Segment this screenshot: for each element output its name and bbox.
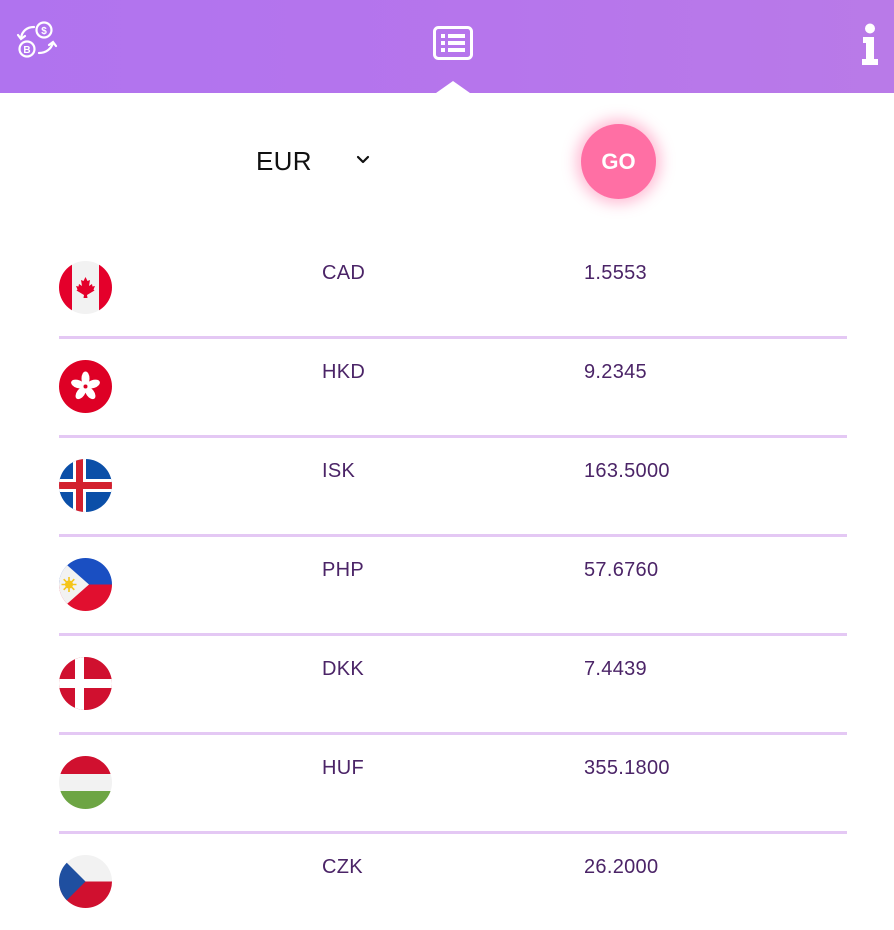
rate-row: CAD 1.5553 xyxy=(59,240,847,339)
currency-exchange-icon[interactable]: $ B xyxy=(14,18,60,64)
iceland-flag-icon xyxy=(59,459,112,512)
hungary-flag-icon xyxy=(59,756,112,809)
svg-text:$: $ xyxy=(41,26,47,37)
exchange-rate: 57.6760 xyxy=(584,559,659,581)
denmark-flag-icon xyxy=(59,657,112,710)
rate-row: DKK 7.4439 xyxy=(59,636,847,735)
rate-row: PHP 57.6760 xyxy=(59,537,847,636)
top-app-bar: $ B xyxy=(0,0,894,93)
svg-text:B: B xyxy=(23,45,30,56)
exchange-rate: 26.2000 xyxy=(584,856,659,878)
rate-row: CZK 26.2000 xyxy=(59,834,847,930)
hong-kong-flag-icon xyxy=(59,360,112,413)
exchange-rate: 7.4439 xyxy=(584,658,647,680)
currency-code: DKK xyxy=(322,658,365,680)
canada-flag-icon xyxy=(59,261,112,314)
czech-flag-icon xyxy=(59,855,112,908)
currency-code: CZK xyxy=(322,856,363,878)
currency-code: CAD xyxy=(322,262,366,284)
go-button[interactable]: GO xyxy=(581,124,656,199)
currency-code: HUF xyxy=(322,757,365,779)
list-icon[interactable] xyxy=(428,20,478,66)
active-tab-indicator xyxy=(436,81,470,93)
philippines-flag-icon xyxy=(59,558,112,611)
chevron-down-icon xyxy=(356,153,370,171)
exchange-rate: 163.5000 xyxy=(584,460,670,482)
controls-area: EUR GO xyxy=(0,93,894,233)
base-currency-value: EUR xyxy=(256,145,312,176)
exchange-rate: 355.1800 xyxy=(584,757,670,779)
rate-row: HUF 355.1800 xyxy=(59,735,847,834)
currency-code: PHP xyxy=(322,559,365,581)
rates-list: CAD 1.5553 HKD 9.2345 ISK 163.5000 PHP 5… xyxy=(59,240,847,930)
exchange-rate: 9.2345 xyxy=(584,361,647,383)
rate-row: ISK 163.5000 xyxy=(59,438,847,537)
currency-code: ISK xyxy=(322,460,356,482)
base-currency-select[interactable]: EUR xyxy=(250,141,378,181)
exchange-rate: 1.5553 xyxy=(584,262,647,284)
rate-row: HKD 9.2345 xyxy=(59,339,847,438)
currency-code: HKD xyxy=(322,361,366,383)
info-icon[interactable] xyxy=(852,20,888,68)
